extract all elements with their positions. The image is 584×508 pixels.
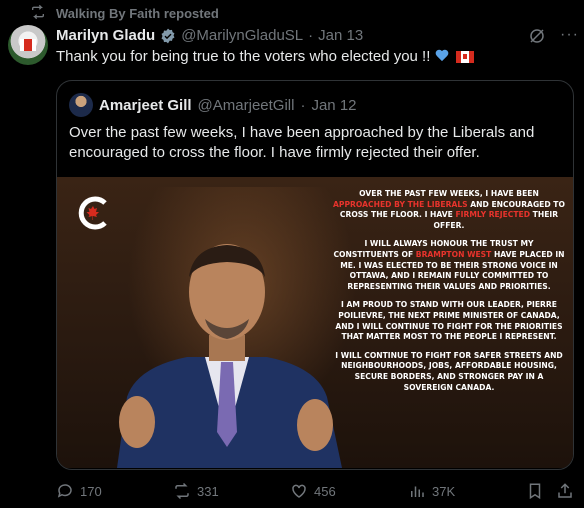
speaker-photo [117,244,342,468]
post-header: Marilyn Gladu @MarilynGladuSL · Jan 13 [56,27,363,44]
post-date[interactable]: Jan 13 [318,27,363,44]
quote-author-avatar[interactable] [69,93,93,117]
quote-author-name[interactable]: Amarjeet Gill [99,97,192,114]
quote-author-handle[interactable]: @AmarjeetGill [198,97,295,114]
repost-icon [30,4,46,23]
post-text: Thank you for being true to the voters w… [56,48,475,65]
quote-media-image[interactable]: OVER THE PAST FEW WEEKS, I HAVE BEEN APP… [57,177,573,468]
verified-badge-icon [161,28,175,43]
action-bar: 170 331 456 37K [56,482,572,500]
statement-text-overlay: OVER THE PAST FEW WEEKS, I HAVE BEEN APP… [333,189,565,392]
repost-indicator[interactable]: Walking By Faith reposted [30,4,219,23]
views-icon [411,486,424,497]
author-name[interactable]: Marilyn Gladu [56,27,155,44]
repost-count: 331 [197,483,219,499]
like-count: 456 [314,483,336,499]
views-button[interactable]: 37K [408,482,455,500]
like-button[interactable]: 456 [290,482,336,500]
bookmark-button[interactable] [526,482,544,500]
quote-text: Over the past few weeks, I have been app… [69,124,535,161]
quote-date[interactable]: Jan 12 [311,97,356,114]
avatar-flag [20,39,36,51]
repost-action-icon [175,482,189,500]
grok-icon[interactable] [528,27,546,45]
reply-icon [57,484,72,498]
share-icon [558,483,572,498]
reply-count: 170 [80,483,102,499]
blue-heart-icon [435,50,449,63]
bookmark-icon [529,483,541,500]
post-text-content: Thank you for being true to the voters w… [56,48,431,65]
heart-icon [292,484,306,498]
separator-dot: · [308,27,314,44]
reply-button[interactable]: 170 [56,482,102,500]
repost-label: Walking By Faith reposted [56,6,219,21]
quoted-post[interactable]: Amarjeet Gill @AmarjeetGill · Jan 12 Ove… [56,80,574,470]
share-button[interactable] [556,482,574,500]
quote-header: Amarjeet Gill @AmarjeetGill · Jan 12 [69,93,357,117]
author-avatar[interactable] [8,25,48,65]
more-options-icon[interactable]: ··· [560,26,579,44]
views-count: 37K [432,483,456,499]
author-handle[interactable]: @MarilynGladuSL [181,27,303,44]
quote-separator-dot: · [300,96,306,114]
canada-flag-icon [456,50,475,63]
repost-button[interactable]: 331 [173,482,219,500]
